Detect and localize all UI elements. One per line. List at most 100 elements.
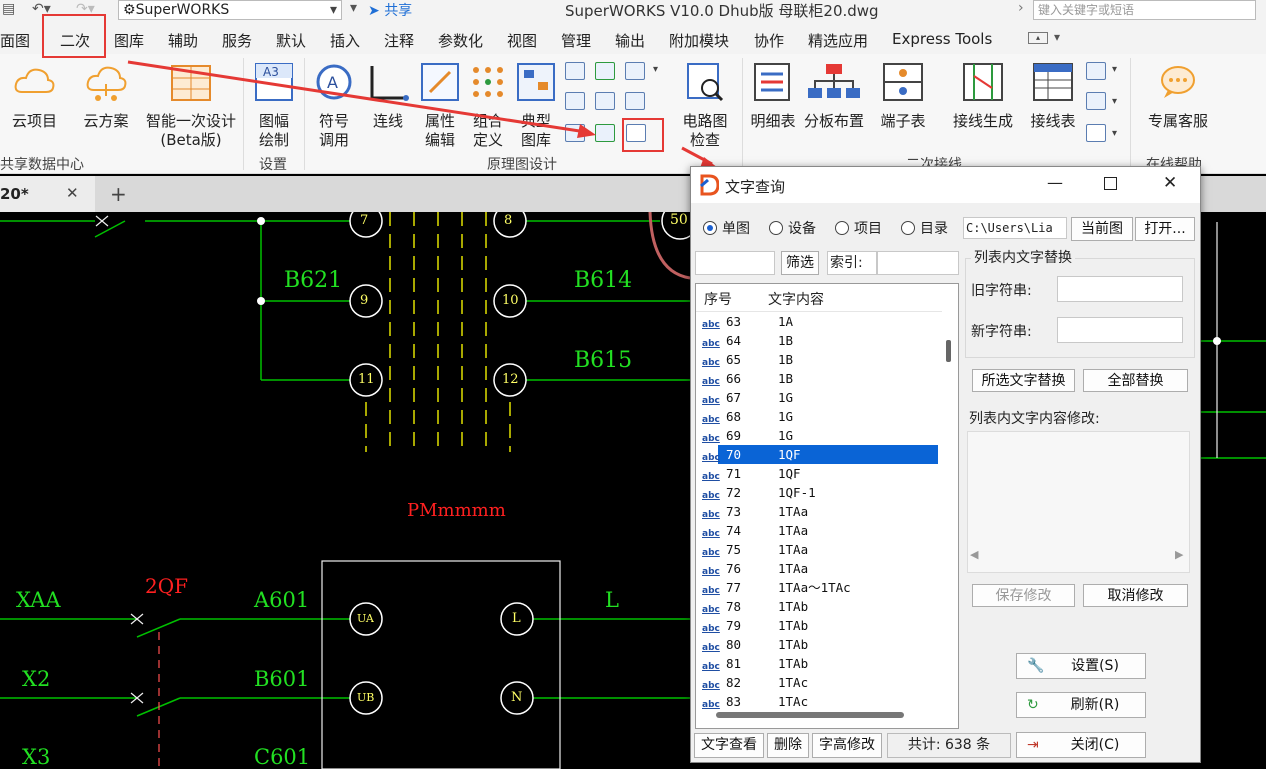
filter-button[interactable]: 筛选 [781,251,819,275]
row-number: 73 [726,504,742,519]
row-text: 1TAa～1TAc [778,580,851,595]
list-item[interactable]: abc 64 1B [702,331,938,350]
modify-textarea[interactable]: ◀ ▶ [967,431,1190,573]
row-number: 79 [726,618,742,633]
row-text: 1QF-1 [778,485,816,500]
row-text: 1G [778,428,794,443]
row-text: 1G [778,390,794,405]
list-item[interactable]: abc 65 1B [702,350,938,369]
settings-label: 设置(S) [1071,658,1119,674]
list-item[interactable]: abc 76 1TAa [702,559,938,578]
close-icon[interactable]: ✕ [1163,173,1177,193]
row-text: 1QF [778,447,801,462]
row-number: 65 [726,352,742,367]
dialog-title-bar[interactable]: 文字查询 — ✕ [691,167,1200,203]
replace-all-button[interactable]: 全部替换 [1083,369,1188,392]
list-item[interactable]: abc 67 1G [702,388,938,407]
scope-radio-project[interactable] [835,221,849,235]
list-item[interactable]: abc 73 1TAa [702,502,938,521]
row-number: 70 [726,447,742,462]
scroll-left-icon[interactable]: ◀ [970,548,978,561]
refresh-icon: ↻ [1027,697,1039,713]
row-number: 68 [726,409,742,424]
old-string-input[interactable] [1057,276,1183,302]
minimize-icon[interactable]: — [1047,173,1063,192]
index-label: 索引: [827,251,877,275]
row-number: 82 [726,675,742,690]
dialog-title: 文字查询 [725,178,786,196]
cancel-changes-button[interactable]: 取消修改 [1083,584,1188,607]
list-item[interactable]: abc 68 1G [702,407,938,426]
row-text: 1B [778,333,794,348]
row-text: 1A [778,314,794,329]
selection-highlight [718,445,938,464]
save-changes-button[interactable]: 保存修改 [972,584,1075,607]
total-count: 共计: 638 条 [887,733,1011,758]
row-text: 1TAc [778,675,809,690]
row-number: 72 [726,485,742,500]
row-number: 83 [726,694,742,709]
row-number: 76 [726,561,742,576]
row-number: 77 [726,580,742,595]
list-item[interactable]: abc 66 1B [702,369,938,388]
scope-label: 项目 [854,221,882,237]
row-number: 81 [726,656,742,671]
open-button[interactable]: 打开... [1135,217,1195,241]
list-item[interactable]: abc 83 1TAc [702,692,938,711]
list-item[interactable]: abc 81 1TAb [702,654,938,673]
row-number: 63 [726,314,742,329]
refresh-button[interactable]: ↻ 刷新(R) [1016,692,1146,718]
row-text: 1TAa [778,504,809,519]
row-text: 1B [778,352,794,367]
column-header-no: 序号 [704,292,732,308]
replace-selected-button[interactable]: 所选文字替换 [972,369,1075,392]
text-list[interactable]: 序号 文字内容 abc 63 1A abc 64 1B abc 65 1B abc 66 1B abc 6… [695,283,959,729]
settings-button[interactable]: 🔧 设置(S) [1016,653,1146,679]
list-item[interactable]: abc 80 1TAb [702,635,938,654]
row-number: 67 [726,390,742,405]
list-item[interactable]: abc 71 1QF [702,464,938,483]
scope-radio-catalog[interactable] [901,221,915,235]
maximize-icon[interactable] [1104,177,1117,190]
row-number: 78 [726,599,742,614]
row-text: 1TAc [778,694,809,709]
wrench-icon: 🔧 [1027,658,1045,674]
horizontal-scroll-thumb[interactable] [716,712,904,718]
row-number: 64 [726,333,742,348]
scope-radio-single[interactable] [703,221,717,235]
index-input[interactable] [877,251,959,275]
close-button[interactable]: ⇥ 关闭(C) [1016,732,1146,758]
replace-group-label: 列表内文字替换 [971,247,1075,267]
list-item[interactable]: abc 77 1TAa～1TAc [702,578,938,597]
row-number: 80 [726,637,742,652]
list-item[interactable]: abc 70 1QF [702,445,938,464]
row-text: 1TAa [778,542,809,557]
list-item[interactable]: abc 79 1TAb [702,616,938,635]
delete-button[interactable]: 删除 [767,733,809,758]
view-text-button[interactable]: 文字查看 [694,733,764,758]
list-item[interactable]: abc 72 1QF-1 [702,483,938,502]
scope-label: 目录 [920,221,948,237]
vertical-scroll-thumb[interactable] [946,340,951,362]
list-rows: abc 63 1A abc 64 1B abc 65 1B abc 66 1B abc 67 1G abc 68… [696,310,942,710]
row-text: 1TAb [778,599,809,614]
exit-icon: ⇥ [1027,737,1039,753]
list-item[interactable]: abc 78 1TAb [702,597,938,616]
list-item[interactable]: abc 82 1TAc [702,673,938,692]
list-item[interactable]: abc 74 1TAa [702,521,938,540]
list-item[interactable]: abc 75 1TAa [702,540,938,559]
path-field[interactable]: C:\Users\Lia [963,217,1067,239]
row-text: 1TAa [778,561,809,576]
scroll-right-icon[interactable]: ▶ [1175,548,1183,561]
row-number: 66 [726,371,742,386]
app-logo-icon [700,174,719,196]
list-item[interactable]: abc 63 1A [702,312,938,331]
current-drawing-button[interactable]: 当前图 [1071,217,1133,241]
new-string-input[interactable] [1057,317,1183,343]
modify-label: 列表内文字内容修改: [969,411,1100,427]
list-item[interactable]: abc 69 1G [702,426,938,445]
text-height-button[interactable]: 字高修改 [812,733,882,758]
row-number: 74 [726,523,742,538]
scope-radio-device[interactable] [769,221,783,235]
filter-input[interactable] [695,251,775,275]
